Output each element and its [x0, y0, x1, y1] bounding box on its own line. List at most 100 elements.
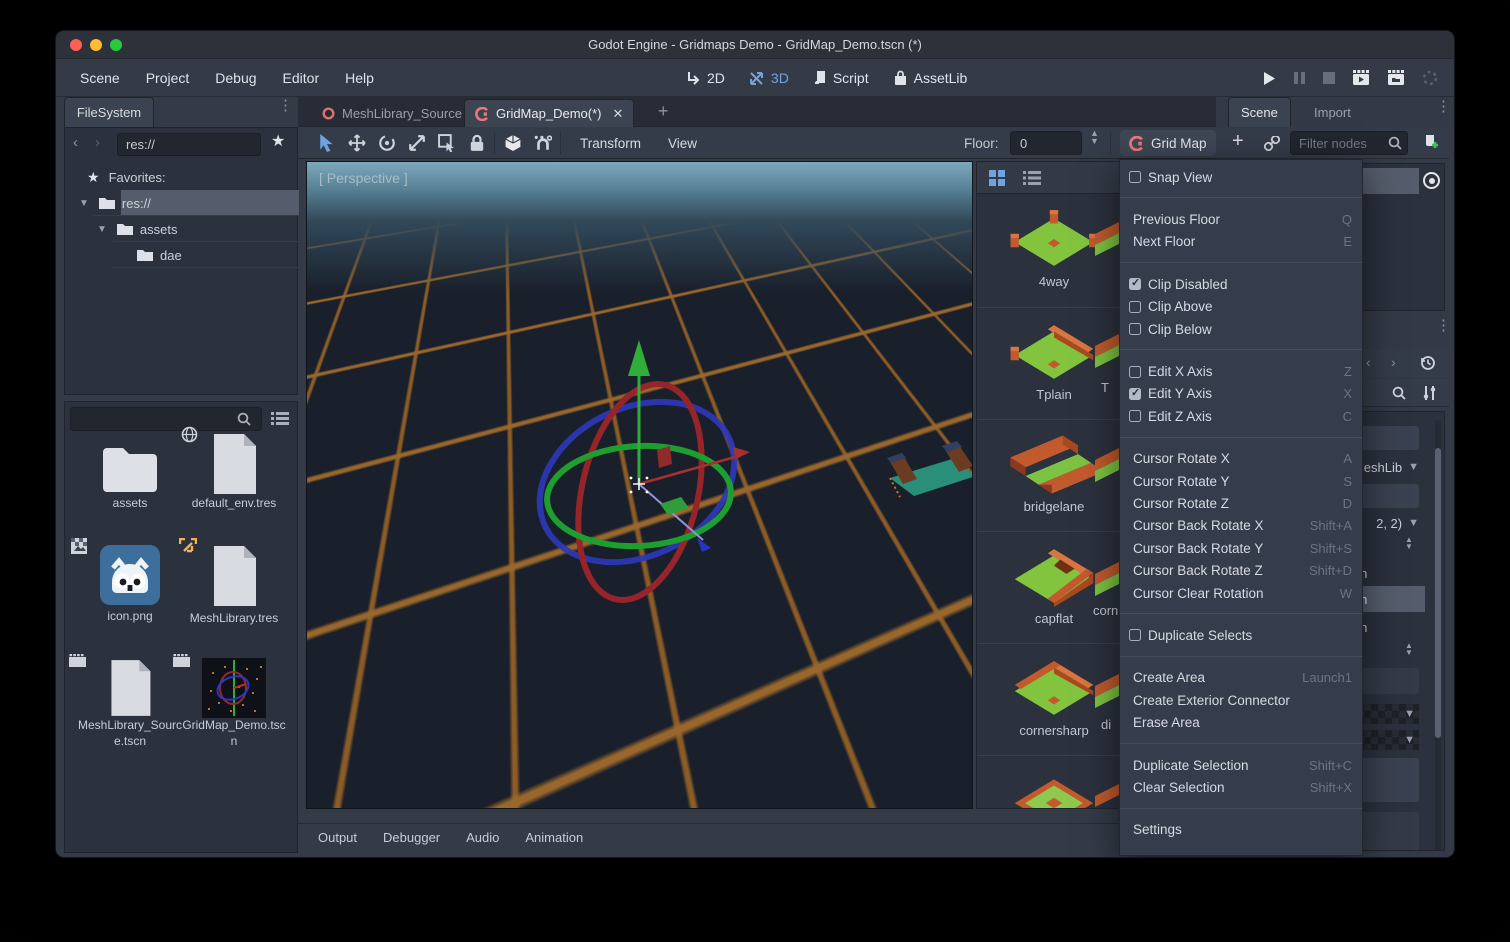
tab-animation[interactable]: Animation — [525, 830, 583, 845]
history-back-icon[interactable]: ‹ — [1366, 354, 1371, 370]
scale-tool-icon[interactable] — [408, 134, 426, 152]
menu-item-edit-x-axis[interactable]: Edit X AxisZ — [1120, 360, 1362, 382]
snap-icon[interactable] — [534, 134, 552, 152]
folder-icon — [117, 223, 133, 236]
viewport-3d[interactable]: [ Perspective ] — [306, 161, 973, 809]
select-tool-icon[interactable] — [318, 134, 336, 152]
menu-item-cursor-rotate-z[interactable]: Cursor Rotate ZD — [1120, 492, 1362, 514]
chevron-down-icon[interactable]: ▼ — [79, 198, 89, 209]
attach-script-icon[interactable] — [1422, 134, 1439, 152]
floor-updown-icon[interactable]: ▲▼ — [1090, 129, 1099, 145]
menu-item-previous-floor[interactable]: Previous FloorQ — [1120, 208, 1362, 230]
pause-button[interactable] — [1293, 71, 1306, 85]
history-icon[interactable] — [1420, 355, 1436, 371]
menu-item-create-area[interactable]: Create AreaLaunch1 — [1120, 667, 1362, 689]
menu-item-cursor-clear-rotation[interactable]: Cursor Clear RotationW — [1120, 582, 1362, 604]
menu-item-edit-y-axis[interactable]: Edit Y AxisX — [1120, 383, 1362, 405]
menu-item-cursor-rotate-y[interactable]: Cursor Rotate YS — [1120, 470, 1362, 492]
spin-updown-icon[interactable]: ▲▼ — [1405, 536, 1413, 550]
nav-back-icon[interactable]: ‹ — [73, 134, 78, 151]
file-item-assets[interactable]: assets — [75, 444, 185, 512]
menu-item-cursor-back-rotate-x[interactable]: Cursor Back Rotate XShift+A — [1120, 515, 1362, 537]
tab-gridmap-demo[interactable]: GridMap_Demo(*) ✕ — [464, 99, 634, 127]
search-icon[interactable] — [1392, 386, 1406, 400]
tree-row-dae[interactable]: dae — [65, 242, 299, 268]
tab-import[interactable]: Import — [1302, 97, 1363, 127]
file-search-input[interactable] — [70, 407, 262, 431]
tree-row-assets[interactable]: ▼ assets — [65, 216, 299, 242]
menu-item-duplicate-selection[interactable]: Duplicate SelectionShift+C — [1120, 754, 1362, 776]
tab-meshlibrary-source[interactable]: MeshLibrary_Source — [312, 99, 472, 127]
floor-spinbox[interactable] — [1010, 131, 1082, 155]
add-node-button[interactable]: + — [1232, 130, 1244, 153]
favorite-star-icon[interactable]: ★ — [271, 131, 285, 151]
new-tab-button[interactable]: + — [658, 101, 669, 122]
visibility-eye-icon[interactable] — [1423, 172, 1440, 189]
rotate-tool-icon[interactable] — [378, 134, 396, 152]
inspector-scrollbar[interactable] — [1435, 420, 1441, 851]
list-view-toggle-icon[interactable] — [271, 411, 289, 426]
menu-item-create-exterior-connector[interactable]: Create Exterior Connector — [1120, 689, 1362, 711]
scrollbar-thumb[interactable] — [1435, 448, 1441, 738]
play-scene-button[interactable] — [1352, 70, 1370, 86]
menu-item-snap-view[interactable]: Snap View — [1120, 166, 1362, 188]
filesystem-dock-menu-icon[interactable]: ⋮ — [278, 103, 293, 109]
tab-audio[interactable]: Audio — [466, 830, 499, 845]
menu-item-clip-below[interactable]: Clip Below — [1120, 318, 1362, 340]
instance-scene-icon[interactable] — [1264, 136, 1280, 151]
menu-item-next-floor[interactable]: Next FloorE — [1120, 231, 1362, 253]
file-item-default-env[interactable]: default_env.tres — [179, 432, 289, 512]
menu-item-cursor-rotate-x[interactable]: Cursor Rotate XA — [1120, 448, 1362, 470]
play-custom-scene-button[interactable] — [1387, 70, 1405, 86]
menu-item-cursor-back-rotate-z[interactable]: Cursor Back Rotate ZShift+D — [1120, 559, 1362, 581]
thumbnail-view-icon[interactable] — [989, 170, 1005, 186]
move-tool-icon[interactable] — [348, 134, 366, 152]
view-menu-button[interactable]: View — [668, 127, 697, 159]
transform-menu-button[interactable]: Transform — [580, 127, 641, 159]
path-breadcrumb[interactable]: res:// — [117, 133, 261, 156]
file-item-icon-png[interactable]: icon.png — [75, 544, 185, 625]
menu-item-settings[interactable]: Settings — [1120, 819, 1362, 841]
menu-editor[interactable]: Editor — [283, 70, 320, 86]
inspector-tools-icon[interactable] — [1422, 385, 1437, 401]
list-view-icon[interactable] — [1023, 171, 1041, 185]
mode-2d-button[interactable]: 2D — [686, 70, 725, 86]
tree-row-favorites[interactable]: ★ Favorites: — [65, 164, 299, 190]
menu-item-hotkey: D — [1343, 496, 1352, 511]
menu-item-duplicate-selects[interactable]: Duplicate Selects — [1120, 624, 1362, 646]
filesystem-dock-tab[interactable]: FileSystem — [64, 97, 154, 127]
menu-project[interactable]: Project — [146, 70, 190, 86]
group-icon[interactable] — [504, 134, 522, 152]
nav-forward-icon[interactable]: › — [95, 134, 100, 151]
mode-3d-button[interactable]: 3D — [749, 70, 789, 86]
menu-debug[interactable]: Debug — [215, 70, 256, 86]
tab-output[interactable]: Output — [318, 830, 357, 845]
menu-item-erase-area[interactable]: Erase Area — [1120, 711, 1362, 733]
chevron-down-icon[interactable]: ▼ — [97, 224, 107, 235]
file-item-meshlibrary-tres[interactable]: MeshLibrary.tres — [179, 544, 289, 627]
play-button[interactable] — [1261, 71, 1276, 86]
menu-item-clip-disabled[interactable]: Clip Disabled — [1120, 273, 1362, 295]
history-forward-icon[interactable]: › — [1391, 354, 1396, 370]
menu-item-clip-above[interactable]: Clip Above — [1120, 296, 1362, 318]
file-item-meshlibrary-source[interactable]: MeshLibrary_Source.tscn — [75, 658, 185, 749]
tab-scene[interactable]: Scene — [1228, 97, 1291, 127]
menu-item-clear-selection[interactable]: Clear SelectionShift+X — [1120, 776, 1362, 798]
menu-item-cursor-back-rotate-y[interactable]: Cursor Back Rotate YShift+S — [1120, 537, 1362, 559]
menu-item-edit-z-axis[interactable]: Edit Z AxisC — [1120, 405, 1362, 427]
mode-assetlib-button[interactable]: AssetLib — [893, 70, 968, 86]
inspector-dock-menu-icon[interactable]: ⋮ — [1436, 323, 1451, 329]
menu-help[interactable]: Help — [345, 70, 374, 86]
lock-icon[interactable] — [468, 134, 486, 152]
close-tab-icon[interactable]: ✕ — [612, 106, 623, 122]
spin-updown-icon[interactable]: ▲▼ — [1405, 642, 1413, 656]
list-select-tool-icon[interactable] — [438, 134, 456, 152]
scene-dock-menu-icon[interactable]: ⋮ — [1436, 104, 1451, 110]
menu-scene[interactable]: Scene — [80, 70, 120, 86]
mode-script-button[interactable]: Script — [813, 70, 869, 86]
tree-row-res[interactable]: ▼ res:// — [65, 190, 299, 216]
tab-debugger[interactable]: Debugger — [383, 830, 440, 845]
grid-map-menu-button[interactable]: Grid Map — [1120, 130, 1216, 156]
file-item-gridmap-demo[interactable]: GridMap_Demo.tscn — [179, 658, 289, 749]
stop-button[interactable] — [1323, 72, 1335, 84]
